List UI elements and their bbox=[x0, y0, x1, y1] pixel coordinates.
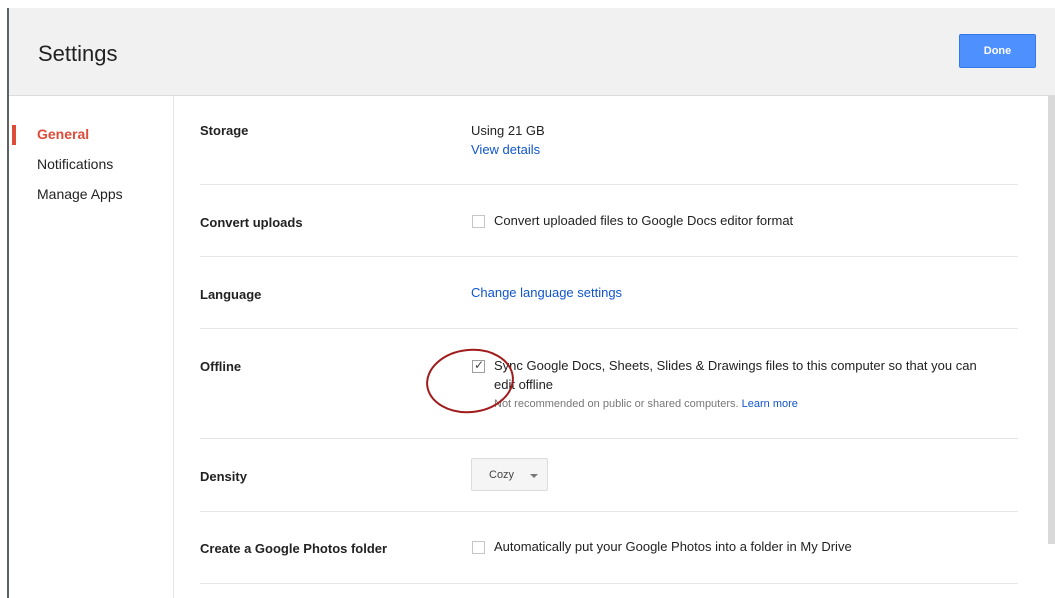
page-title: Settings bbox=[38, 41, 118, 66]
sidebar-item-manage-apps[interactable]: Manage Apps bbox=[37, 186, 123, 202]
divider bbox=[200, 256, 1018, 257]
settings-sidebar: General Notifications Manage Apps bbox=[9, 96, 174, 598]
photos-folder-label: Create a Google Photos folder bbox=[200, 541, 388, 556]
change-language-link[interactable]: Change language settings bbox=[471, 285, 622, 300]
done-button[interactable]: Done bbox=[959, 34, 1036, 68]
checkmark-icon: ✓ bbox=[474, 358, 485, 372]
scrollbar[interactable] bbox=[1048, 96, 1055, 544]
sidebar-item-notifications[interactable]: Notifications bbox=[37, 156, 113, 172]
photos-folder-checkbox[interactable] bbox=[472, 541, 485, 554]
offline-note: Not recommended on public or shared comp… bbox=[494, 398, 798, 410]
sidebar-item-general[interactable]: General bbox=[37, 126, 89, 142]
density-value: Cozy bbox=[489, 469, 515, 481]
convert-uploads-checkbox[interactable] bbox=[472, 215, 485, 228]
active-indicator bbox=[12, 125, 16, 145]
convert-uploads-label: Convert uploads bbox=[200, 215, 303, 230]
view-details-link[interactable]: View details bbox=[471, 142, 540, 157]
divider bbox=[200, 583, 1018, 584]
photos-folder-text: Automatically put your Google Photos int… bbox=[494, 539, 852, 554]
learn-more-link[interactable]: Learn more bbox=[742, 398, 798, 410]
divider bbox=[200, 184, 1018, 185]
dropdown-arrow-icon bbox=[530, 474, 538, 478]
settings-header: Settings Done bbox=[9, 8, 1055, 96]
convert-uploads-text: Convert uploaded files to Google Docs ed… bbox=[494, 213, 794, 228]
offline-checkbox[interactable]: ✓ bbox=[472, 358, 485, 373]
storage-usage: Using 21 GB bbox=[471, 123, 545, 138]
offline-text-line2: edit offline bbox=[494, 377, 554, 392]
offline-note-text: Not recommended on public or shared comp… bbox=[494, 398, 739, 410]
density-dropdown[interactable]: Cozy bbox=[471, 458, 548, 491]
divider bbox=[200, 328, 1018, 329]
density-label: Density bbox=[200, 469, 247, 484]
divider bbox=[200, 438, 1018, 439]
offline-label: Offline bbox=[200, 359, 242, 374]
language-label: Language bbox=[200, 287, 262, 302]
offline-text-line1: Sync Google Docs, Sheets, Slides & Drawi… bbox=[494, 358, 977, 373]
storage-label: Storage bbox=[200, 123, 249, 138]
divider bbox=[200, 511, 1018, 512]
